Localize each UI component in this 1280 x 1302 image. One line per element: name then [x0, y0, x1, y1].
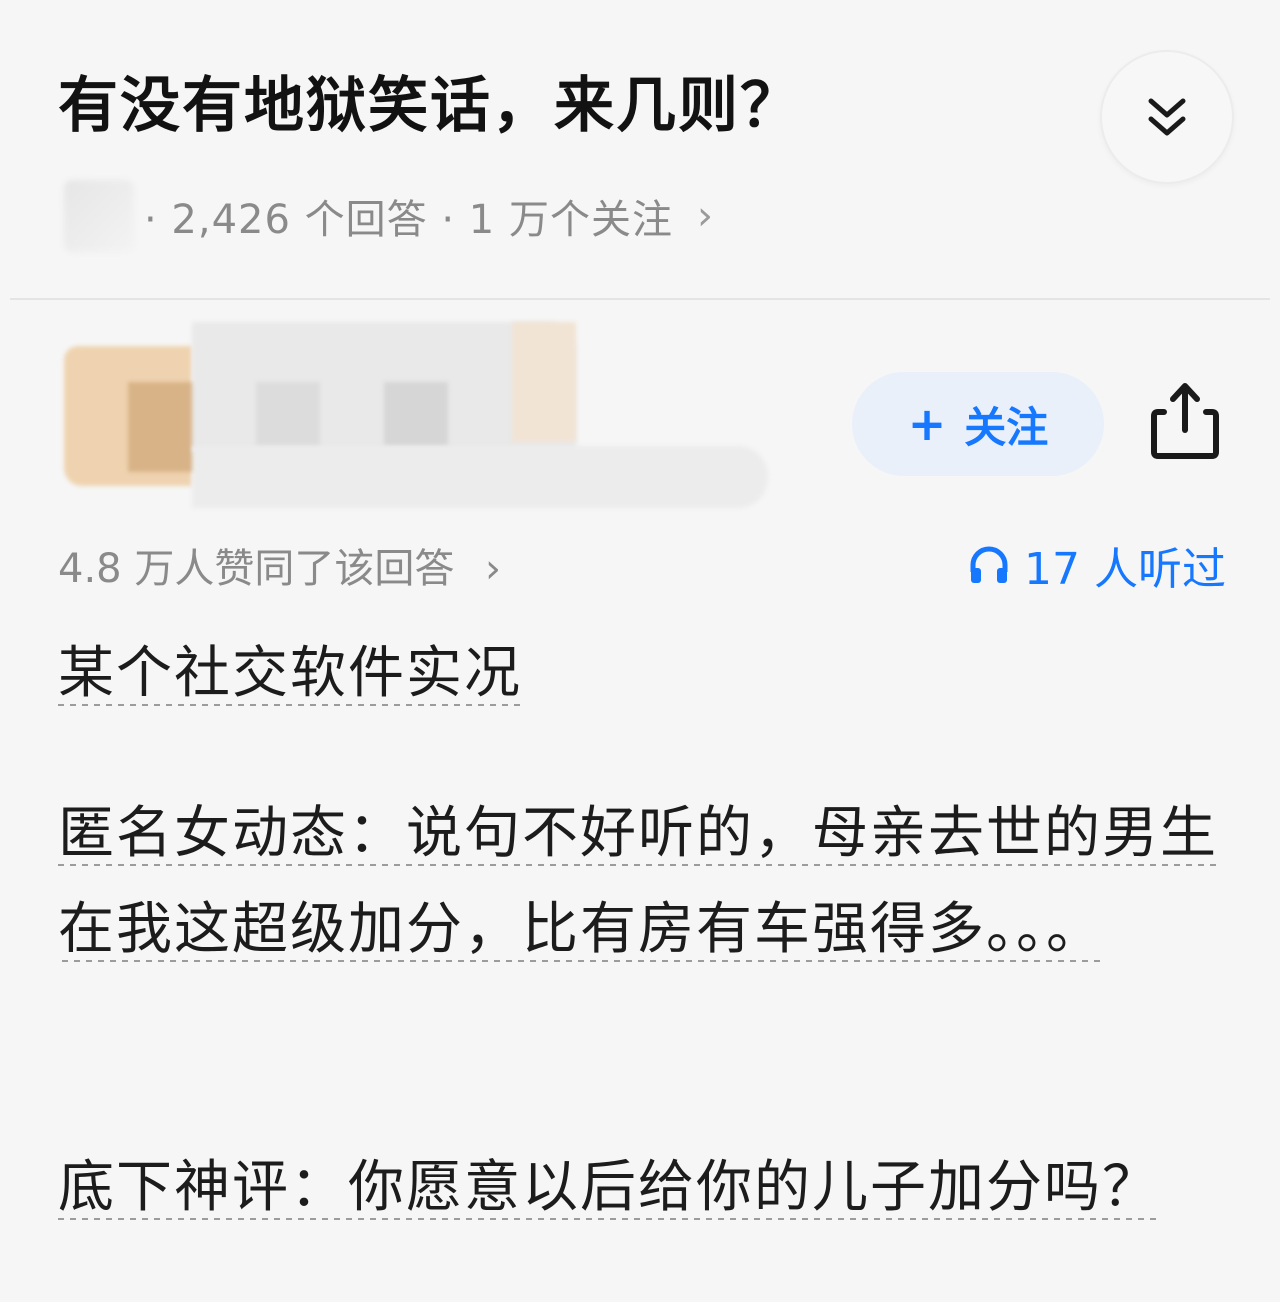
topic-avatar [64, 180, 134, 252]
approval-text: 4.8 万人赞同了该回答 [58, 546, 455, 592]
answer-stats-row: 4.8 万人赞同了该回答 › 17 人听过 [58, 530, 1226, 600]
answer-paragraph-2: 匿名女动态：说句不好听的，母亲去世的男生在我这超级加分，比有房有车强得多。。。 [58, 786, 1228, 978]
author-info-redacted [64, 322, 768, 512]
listen-text: 17 人听过 [1024, 544, 1226, 595]
listen-count[interactable]: 17 人听过 [968, 533, 1226, 597]
approval-count[interactable]: 4.8 万人赞同了该回答 › [58, 536, 501, 594]
answer-paragraph-text: 匿名女动态：说句不好听的，母亲去世的男生在我这超级加分，比有房有车强得多。。。 [58, 801, 1218, 968]
answer-paragraph-text: 底下神评：你愿意以后给你的儿子加分吗？ [58, 1155, 1160, 1226]
answer-paragraph-1: 某个社交软件实况 [58, 626, 1228, 722]
share-icon[interactable] [1150, 380, 1220, 460]
answer-paragraph-3: 底下神评：你愿意以后给你的儿子加分吗？ [58, 1140, 1228, 1236]
chevron-right-icon: › [485, 546, 502, 592]
headphones-icon [970, 546, 1008, 583]
question-title: 有没有地狱笑话，来几则？ [58, 71, 802, 141]
answer-paragraph-text: 某个社交软件实况 [58, 641, 522, 712]
divider [10, 298, 1270, 300]
question-meta[interactable]: · 2,426 个回答 · 1 万个关注 › [64, 176, 714, 256]
collapse-button[interactable] [1100, 50, 1234, 184]
follow-button[interactable]: + 关注 [852, 372, 1104, 476]
question-stats: · 2,426 个回答 · 1 万个关注 [144, 197, 673, 243]
chevron-right-icon: › [696, 193, 714, 239]
double-chevron-down-icon [1148, 98, 1186, 136]
follow-label: 关注 [964, 402, 1049, 452]
plus-icon: + [907, 397, 947, 451]
